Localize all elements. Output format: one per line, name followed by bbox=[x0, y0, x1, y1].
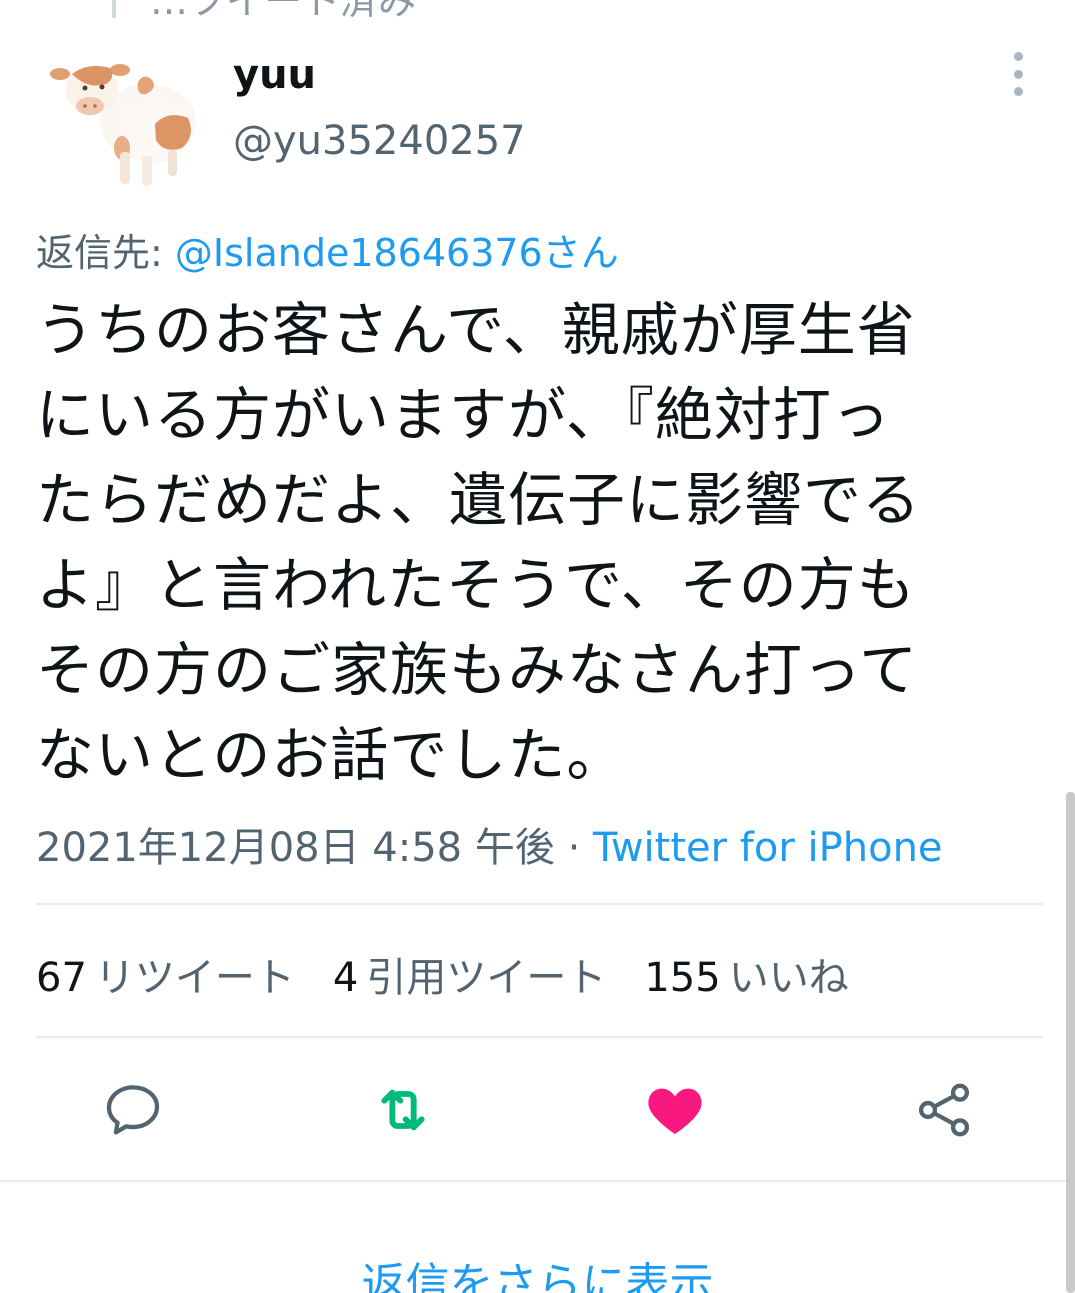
meta-separator: · bbox=[554, 825, 594, 871]
tweet-detail-screen: …ツイート済み yuu @yu35240257 返信先: @Islande186… bbox=[0, 0, 1075, 1293]
user-handle[interactable]: @yu35240257 bbox=[233, 118, 526, 164]
section-divider bbox=[0, 1180, 1075, 1182]
thread-connector bbox=[112, 0, 116, 18]
reply-icon bbox=[106, 1085, 160, 1135]
tweet-meta: 2021年12月08日 4:58 午後 · Twitter for iPhone bbox=[36, 815, 943, 873]
show-more-replies-link[interactable]: 返信をさらに表示 bbox=[0, 1248, 1075, 1293]
tweet-text-line: にいる方がいますが、『絶対打っ bbox=[36, 381, 891, 449]
engagement-stats: 67 リツイート 4 引用ツイート 155 いいね bbox=[36, 945, 849, 1003]
timestamp[interactable]: 2021年12月08日 4:58 午後 bbox=[36, 825, 555, 871]
more-dot-icon bbox=[1013, 69, 1023, 79]
divider bbox=[36, 1036, 1043, 1038]
tweet-text-line: うちのお客さんで、親戚が厚生省 bbox=[36, 296, 916, 364]
tweet-text-line: たらだめだよ、遺伝子に影響でる bbox=[36, 466, 922, 534]
reply-to-label: 返信先: bbox=[36, 231, 175, 275]
heart-icon bbox=[648, 1088, 702, 1134]
quote-count-number: 4 bbox=[332, 955, 359, 1001]
retweet-icon bbox=[381, 1089, 425, 1131]
more-dot-icon bbox=[1013, 87, 1023, 96]
quote-count[interactable]: 4 引用ツイート bbox=[333, 945, 606, 1003]
retweet-count-label: リツイート bbox=[94, 955, 295, 1001]
like-count-label: いいね bbox=[728, 955, 849, 1001]
previous-tweet-fragment: …ツイート済み bbox=[150, 0, 417, 23]
share-button[interactable] bbox=[912, 1078, 976, 1142]
display-name[interactable]: yuu bbox=[233, 52, 316, 98]
more-options-button[interactable] bbox=[1003, 52, 1033, 96]
tweet-text-line: よ』と言われたそうで、その方も bbox=[36, 551, 916, 619]
reply-button[interactable] bbox=[101, 1078, 165, 1142]
retweet-count-number: 67 bbox=[36, 955, 87, 1001]
share-icon bbox=[918, 1083, 970, 1137]
reply-to-line: 返信先: @Islande18646376さん bbox=[36, 222, 619, 277]
tweet-text-line: その方のご家族もみなさん打って bbox=[36, 636, 919, 704]
scrollbar[interactable] bbox=[1066, 792, 1075, 1293]
cow-avatar-icon bbox=[50, 64, 196, 186]
like-count-number: 155 bbox=[644, 955, 721, 1001]
more-dot-icon bbox=[1013, 52, 1023, 61]
source-link[interactable]: Twitter for iPhone bbox=[593, 825, 943, 871]
quote-count-label: 引用ツイート bbox=[366, 955, 607, 1001]
divider bbox=[36, 903, 1043, 905]
retweet-button[interactable] bbox=[371, 1078, 435, 1142]
tweet-text-line: ないとのお話でした。 bbox=[36, 721, 626, 789]
like-count[interactable]: 155 いいね bbox=[644, 945, 848, 1003]
reply-to-mention-link[interactable]: @Islande18646376さん bbox=[175, 231, 619, 275]
tweet-text: うちのお客さんで、親戚が厚生省 にいる方がいますが、『絶対打っ たらだめだよ、遺… bbox=[36, 288, 1036, 798]
like-button[interactable] bbox=[643, 1078, 707, 1142]
avatar[interactable] bbox=[50, 52, 200, 192]
retweet-count[interactable]: 67 リツイート bbox=[36, 945, 295, 1003]
